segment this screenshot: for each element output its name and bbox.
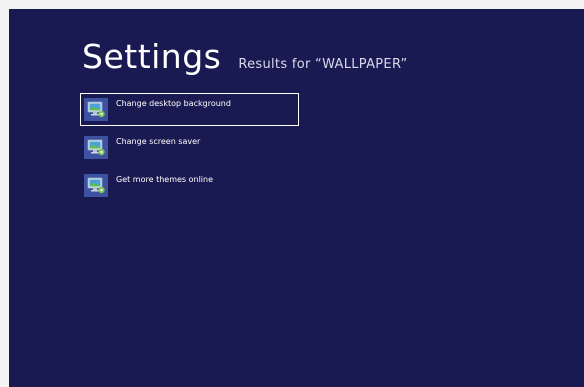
display-settings-icon xyxy=(84,136,108,159)
page-title: Settings xyxy=(82,37,222,76)
display-settings-icon xyxy=(84,174,108,197)
display-settings-icon xyxy=(84,98,108,121)
search-header: Settings Results for “WALLPAPER” xyxy=(82,37,408,76)
result-label: Change desktop background xyxy=(116,99,231,108)
result-label: Change screen saver xyxy=(116,137,201,146)
result-change-screen-saver[interactable]: Change screen saver xyxy=(80,131,299,164)
result-change-desktop-background[interactable]: Change desktop background xyxy=(80,93,299,126)
search-results-screen: Settings Results for “WALLPAPER” Change … xyxy=(9,9,584,387)
result-label: Get more themes online xyxy=(116,175,214,184)
results-query-label: Results for “WALLPAPER” xyxy=(238,57,408,72)
result-get-more-themes-online[interactable]: Get more themes online xyxy=(80,169,299,202)
